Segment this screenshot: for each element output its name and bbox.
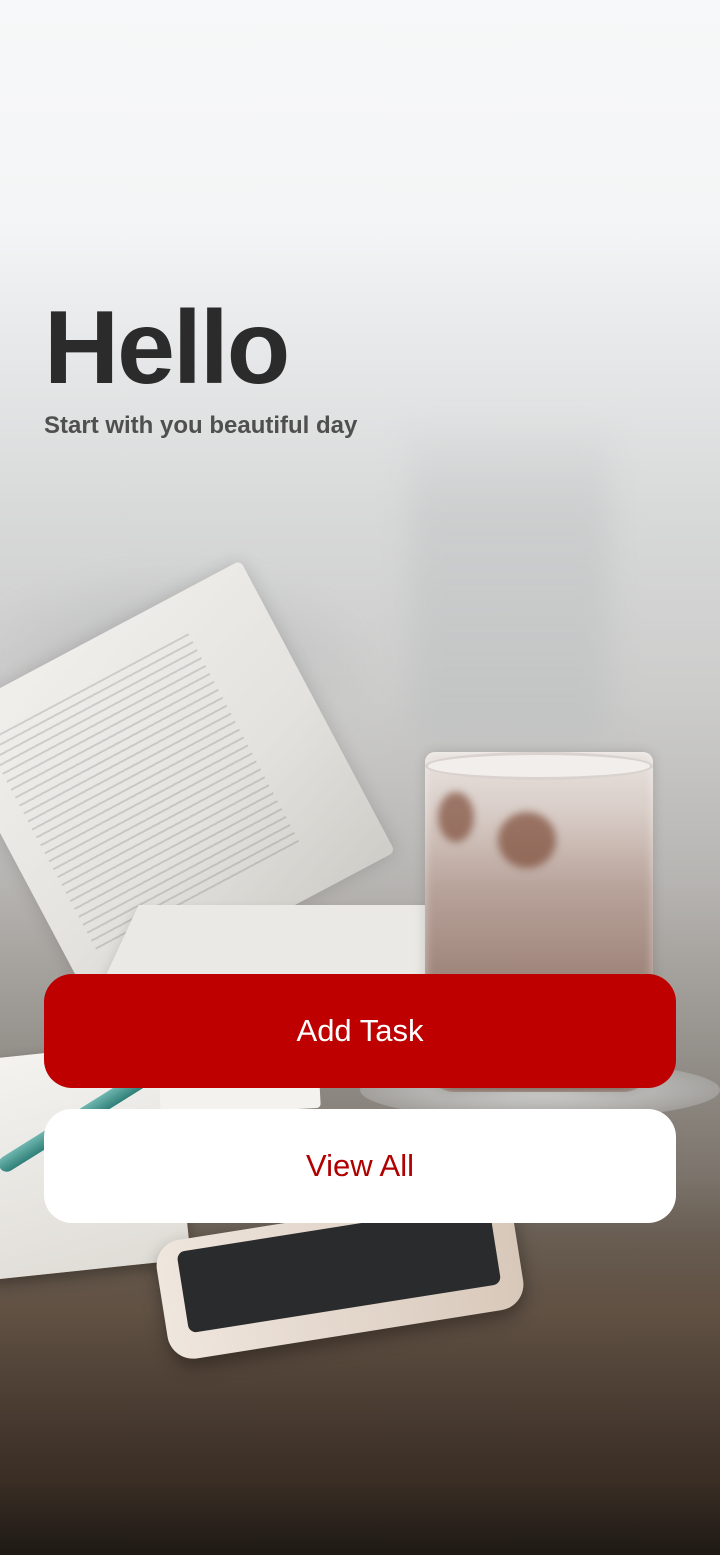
greeting-block: Hello Start with you beautiful day [44, 290, 357, 440]
background-cocoa-spot [498, 812, 556, 868]
page-title: Hello [44, 290, 290, 406]
background-building [410, 420, 610, 740]
background-cocoa-spot [438, 792, 474, 842]
page-subtitle: Start with you beautiful day [44, 412, 358, 439]
home-screen: Hello Start with you beautiful day Add T… [0, 0, 720, 1555]
view-all-button[interactable]: View All [44, 1109, 676, 1223]
background-book-page [101, 905, 459, 985]
add-task-button[interactable]: Add Task [44, 974, 676, 1088]
background-coffee-rim [425, 752, 653, 780]
